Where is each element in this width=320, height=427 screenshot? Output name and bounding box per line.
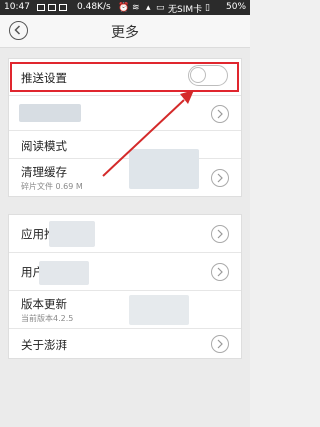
arrow-annotation bbox=[102, 90, 194, 177]
screen: 10:47 0.48K/s ⏰ ≋ ▴ ▭ 无SIM卡 ▯ 50% 更多 推送设… bbox=[0, 0, 250, 427]
